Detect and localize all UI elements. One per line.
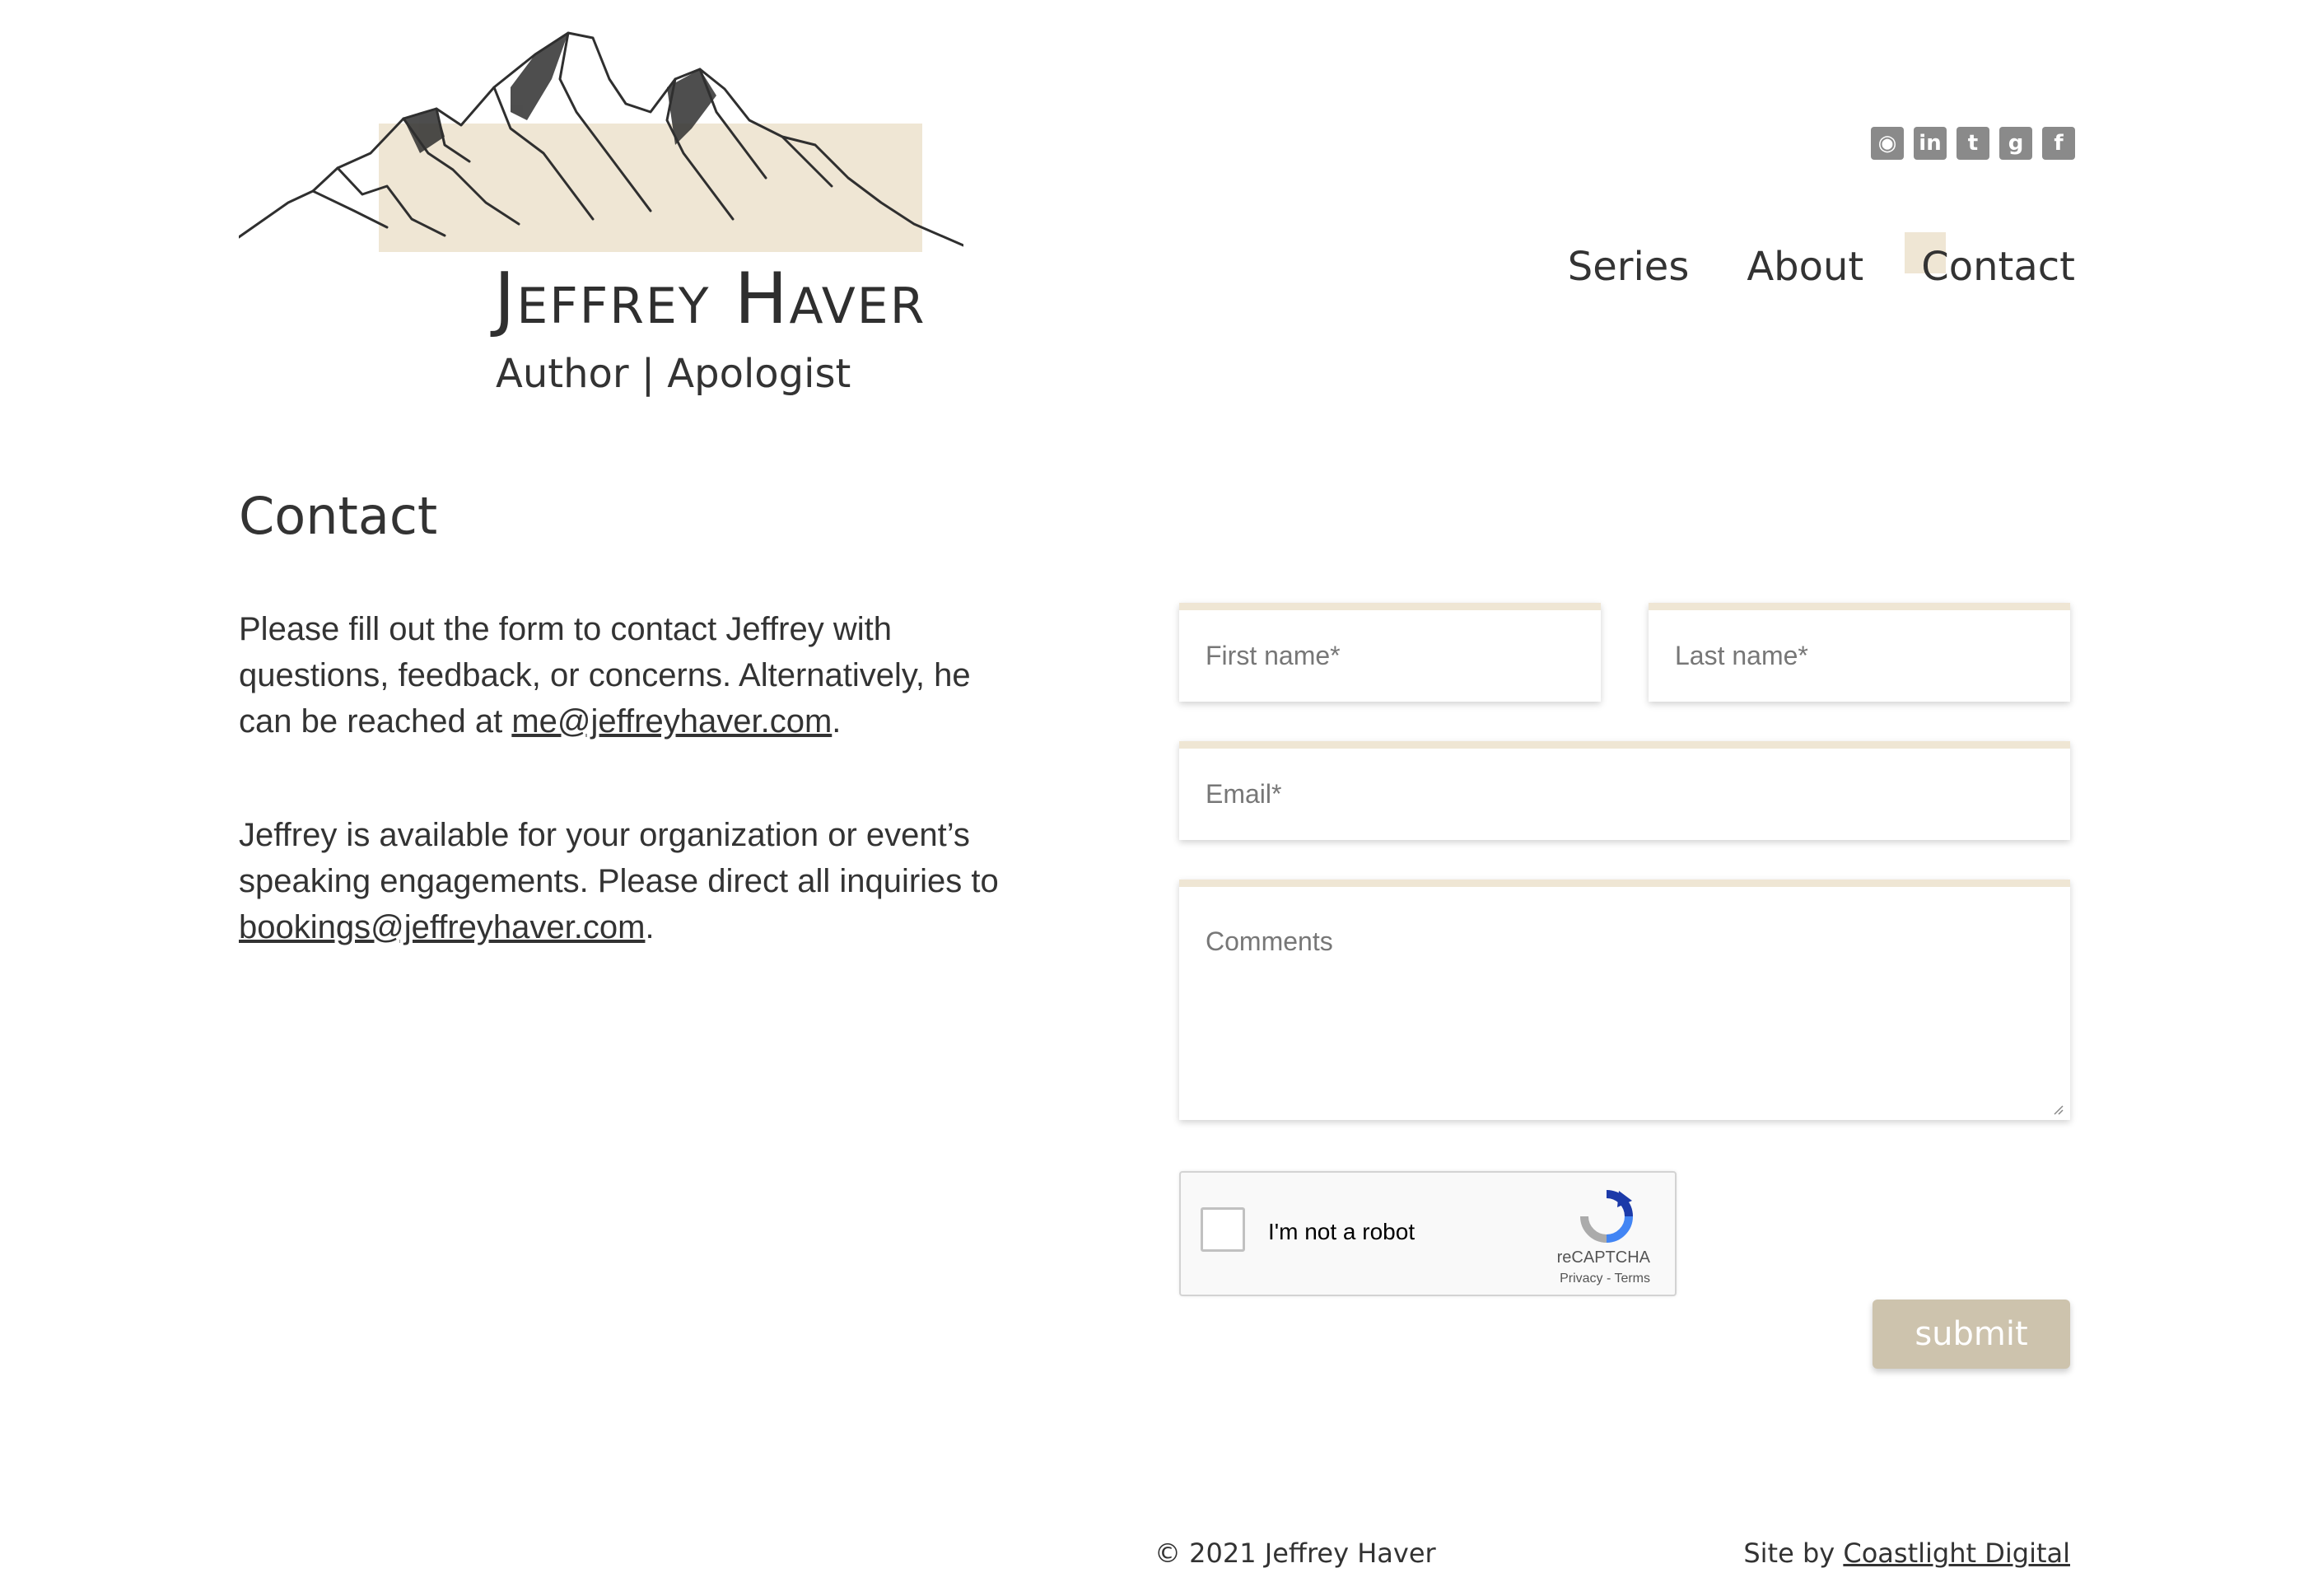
- recaptcha-logo-icon: [1580, 1190, 1633, 1243]
- facebook-icon[interactable]: f: [2042, 127, 2075, 160]
- recaptcha-label: I'm not a robot: [1268, 1219, 1416, 1244]
- coastlight-digital-link[interactable]: Coastlight Digital: [1843, 1538, 2070, 1569]
- rss-icon[interactable]: ◉: [1871, 127, 1904, 160]
- footer-credit: Site by Coastlight Digital: [1743, 1540, 2070, 1566]
- contact-intro-paragraph: Please fill out the form to contact Jeff…: [239, 606, 1013, 744]
- social-links: ◉ in t g f: [1871, 127, 2075, 160]
- footer-copyright: © 2021 Jeffrey Haver: [1154, 1538, 1436, 1569]
- speaking-end: .: [645, 909, 655, 945]
- first-name-field: [1179, 603, 1601, 702]
- recaptcha-privacy-terms[interactable]: Privacy - Terms: [1560, 1272, 1650, 1286]
- goodreads-icon[interactable]: g: [1999, 127, 2032, 160]
- site-title[interactable]: Jeffrey Haver: [494, 264, 926, 334]
- site-tagline: Author | Apologist: [496, 351, 851, 397]
- twitter-icon[interactable]: t: [1957, 127, 1989, 160]
- bookings-email-link[interactable]: bookings@jeffreyhaver.com: [239, 909, 645, 945]
- recaptcha-checkbox[interactable]: [1201, 1207, 1245, 1252]
- contact-intro-end: .: [832, 703, 842, 740]
- nav-item-about[interactable]: About: [1747, 247, 1863, 287]
- resize-grip-icon[interactable]: [2050, 1102, 2064, 1115]
- email-input[interactable]: [1204, 778, 2045, 810]
- site-logo[interactable]: [239, 30, 963, 260]
- email-field: [1179, 741, 2070, 840]
- linkedin-icon[interactable]: in: [1914, 127, 1947, 160]
- footer-credit-prefix: Site by: [1743, 1538, 1844, 1569]
- nav-item-contact[interactable]: Contact: [1905, 232, 2075, 287]
- personal-email-link[interactable]: me@jeffreyhaver.com: [511, 703, 832, 740]
- first-name-input[interactable]: [1204, 640, 1576, 672]
- comments-field: [1179, 880, 2070, 1120]
- recaptcha-brand: reCAPTCHA: [1556, 1248, 1650, 1267]
- speaking-paragraph: Jeffrey is available for your organizati…: [239, 812, 1013, 950]
- main-nav: Series About Contact: [1568, 232, 2075, 287]
- last-name-field: [1649, 603, 2070, 702]
- recaptcha-widget: I'm not a robot reCAPTCHA Privacy - Term…: [1179, 1171, 1677, 1296]
- mountain-illustration: [239, 31, 963, 247]
- last-name-input[interactable]: [1673, 640, 2045, 672]
- nav-item-series[interactable]: Series: [1568, 247, 1690, 287]
- page-title: Contact: [239, 486, 438, 546]
- submit-button[interactable]: submit: [1873, 1300, 2070, 1369]
- comments-textarea[interactable]: [1204, 925, 2045, 1093]
- speaking-text: Jeffrey is available for your organizati…: [239, 817, 999, 899]
